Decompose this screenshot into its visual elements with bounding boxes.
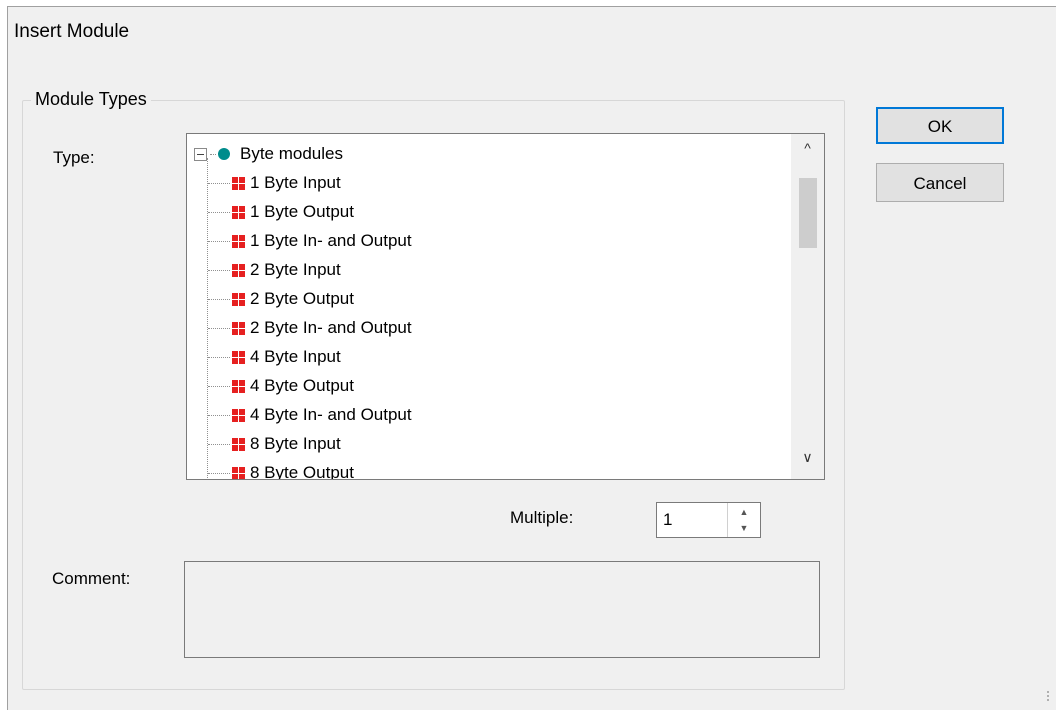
multiple-stepper[interactable]: ▲ ▼: [656, 502, 761, 538]
module-types-legend: Module Types: [31, 89, 151, 110]
multiple-label: Multiple:: [510, 508, 574, 527]
tree-connector: [208, 356, 230, 358]
byte-module-icon: [232, 292, 245, 306]
stepper-buttons: ▲ ▼: [727, 503, 760, 537]
byte-module-icon: [232, 321, 245, 335]
tree-item-label: 4 Byte Output: [250, 376, 354, 395]
type-label: Type:: [53, 148, 95, 167]
cancel-button[interactable]: Cancel: [876, 163, 1004, 202]
byte-module-icon: [232, 379, 245, 393]
tree-connector: [208, 443, 230, 445]
tree-connector: [210, 153, 216, 155]
tree-item[interactable]: 1 Byte In- and Output: [208, 228, 412, 254]
stepper-up-icon[interactable]: ▲: [728, 504, 760, 520]
tree-item[interactable]: 8 Byte Output: [208, 460, 354, 480]
tree-item-label: 8 Byte Input: [250, 434, 341, 453]
tree-item[interactable]: 2 Byte Output: [208, 286, 354, 312]
tree-item-label: 2 Byte Input: [250, 260, 341, 279]
tree-node-label: Byte modules: [240, 144, 343, 163]
tree-item[interactable]: 4 Byte In- and Output: [208, 402, 412, 428]
tree-item[interactable]: 1 Byte Input: [208, 170, 341, 196]
tree-item-label: 4 Byte In- and Output: [250, 405, 412, 424]
byte-module-icon: [232, 408, 245, 422]
tree-item-label: 1 Byte Input: [250, 173, 341, 192]
tree-connector: [208, 414, 230, 416]
stepper-down-icon[interactable]: ▼: [728, 520, 760, 536]
tree-connector: [208, 327, 230, 329]
tree-item-label: 2 Byte In- and Output: [250, 318, 412, 337]
scroll-down-icon[interactable]: ∨: [791, 449, 824, 471]
tree-item[interactable]: 4 Byte Input: [208, 344, 341, 370]
dialog-title: Insert Module: [14, 21, 130, 42]
byte-module-icon: [232, 350, 245, 364]
module-group-icon: [218, 148, 230, 160]
byte-module-icon: [232, 466, 245, 479]
tree-connector: [208, 269, 230, 271]
byte-module-icon: [232, 205, 245, 219]
tree-node-byte-modules[interactable]: Byte modules: [194, 141, 343, 167]
scroll-thumb[interactable]: [799, 178, 817, 248]
tree-item-label: 4 Byte Input: [250, 347, 341, 366]
multiple-input[interactable]: [657, 503, 727, 537]
tree-item[interactable]: 8 Byte Input: [208, 431, 341, 457]
tree-item-label: 8 Byte Output: [250, 463, 354, 480]
comment-field[interactable]: [184, 561, 820, 658]
tree-item[interactable]: 4 Byte Output: [208, 373, 354, 399]
tree-item[interactable]: 1 Byte Output: [208, 199, 354, 225]
tree-connector: [208, 211, 230, 213]
tree-connector: [208, 472, 230, 474]
vertical-scrollbar[interactable]: ^ ∨: [791, 134, 824, 479]
byte-module-icon: [232, 176, 245, 190]
tree-connector: [208, 298, 230, 300]
collapse-toggle-icon[interactable]: [194, 147, 207, 161]
tree-connector: [208, 182, 230, 184]
scroll-up-icon[interactable]: ^: [791, 140, 824, 162]
module-type-tree[interactable]: Byte modules 1 Byte Input 1 Byte Output 1 …: [186, 133, 825, 480]
tree-connector: [208, 385, 230, 387]
tree-item-label: 2 Byte Output: [250, 289, 354, 308]
byte-module-icon: [232, 263, 245, 277]
tree-connector: [208, 240, 230, 242]
tree-item-label: 1 Byte Output: [250, 202, 354, 221]
tree-item[interactable]: 2 Byte Input: [208, 257, 341, 283]
comment-label: Comment:: [52, 569, 131, 588]
ok-button[interactable]: OK: [876, 107, 1004, 144]
byte-module-icon: [232, 234, 245, 248]
tree-item[interactable]: 2 Byte In- and Output: [208, 315, 412, 341]
tree-item-label: 1 Byte In- and Output: [250, 231, 412, 250]
byte-module-icon: [232, 437, 245, 451]
resize-grip-icon[interactable]: [1047, 691, 1051, 705]
